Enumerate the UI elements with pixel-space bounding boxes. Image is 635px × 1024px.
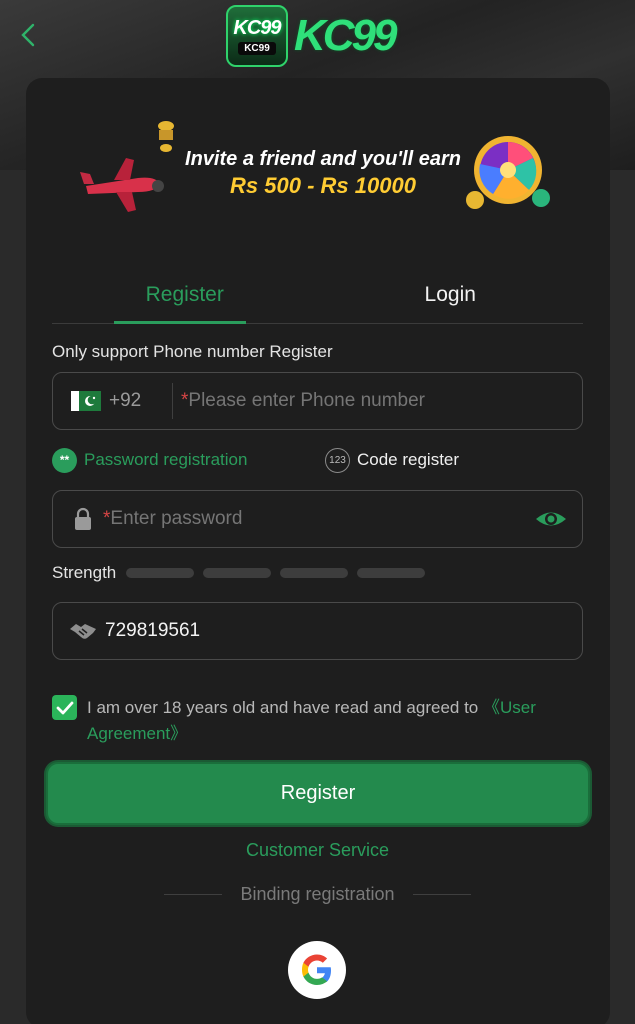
google-icon (302, 954, 331, 985)
back-button[interactable] (14, 20, 42, 50)
logo-badge-text: KC99 (233, 17, 281, 39)
invite-code-field[interactable]: 729819561 (52, 602, 583, 660)
auth-tabs: Register Login (52, 266, 583, 324)
binding-registration-label: Binding registration (240, 884, 395, 904)
strength-bar (203, 568, 272, 578)
lock-icon (71, 506, 95, 532)
invite-code-value: 729819561 (105, 620, 201, 641)
register-card (26, 78, 610, 1024)
password-registration-option[interactable]: ** Password registration (52, 447, 325, 473)
strength-bar (280, 568, 349, 578)
register-button[interactable]: Register (46, 762, 590, 825)
divider-line (164, 894, 223, 895)
prize-wheel-icon (466, 136, 550, 209)
invite-banner[interactable]: Invite a friend and you'll earn Rs 500 -… (78, 118, 558, 218)
banner-text: Invite a friend and you'll earn Rs 500 -… (173, 148, 473, 199)
password-strength-meter: Strength (52, 563, 426, 583)
handshake-icon (69, 619, 97, 643)
code-register-label: Code register (357, 450, 460, 469)
country-code: +92 (109, 390, 142, 411)
code-mode-icon: 123 (325, 447, 350, 473)
required-mark: * (103, 508, 111, 529)
pakistan-flag-icon (71, 391, 101, 411)
phone-support-note: Only support Phone number Register (52, 342, 333, 361)
banner-title: Invite a friend and you'll earn (185, 148, 461, 170)
phone-field[interactable]: +92 * (52, 372, 583, 430)
agreement-checkbox[interactable] (52, 695, 77, 720)
country-selector[interactable]: +92 (53, 383, 173, 419)
required-mark: * (181, 390, 189, 411)
customer-service-link[interactable]: Customer Service (0, 840, 635, 861)
code-register-option[interactable]: 123 Code register (325, 447, 460, 473)
user-agreement-row: I am over 18 years old and have read and… (52, 695, 582, 747)
divider-line (412, 894, 471, 895)
binding-registration-divider: Binding registration (160, 884, 475, 905)
registration-mode-selector: ** Password registration 123 Code regist… (52, 446, 572, 474)
tab-register[interactable]: Register (52, 266, 318, 324)
password-input[interactable] (110, 508, 582, 530)
strength-label: Strength (52, 563, 117, 582)
phone-input[interactable] (188, 390, 582, 412)
google-signin-button[interactable] (288, 941, 346, 999)
password-registration-label: Password registration (84, 450, 248, 469)
eye-icon[interactable] (534, 505, 568, 533)
banner-amount: Rs 500 - Rs 10000 (230, 173, 416, 198)
logo-badge: KC99 KC99 (226, 5, 288, 67)
chevron-left-icon (21, 23, 35, 47)
app-logo: KC99 KC99 KC99 (226, 4, 416, 68)
tab-login[interactable]: Login (318, 266, 584, 323)
logo-badge-subtext: KC99 (238, 42, 276, 55)
airplane-icon (80, 158, 164, 212)
password-field[interactable]: * (52, 490, 583, 548)
strength-bar (126, 568, 195, 578)
checkmark-icon (56, 701, 73, 714)
agreement-text: I am over 18 years old and have read and… (87, 695, 582, 747)
logo-wordmark: KC99 (294, 11, 397, 60)
password-mode-icon: ** (52, 447, 77, 473)
strength-bar (357, 568, 426, 578)
agreement-statement: I am over 18 years old and have read and… (87, 698, 483, 717)
